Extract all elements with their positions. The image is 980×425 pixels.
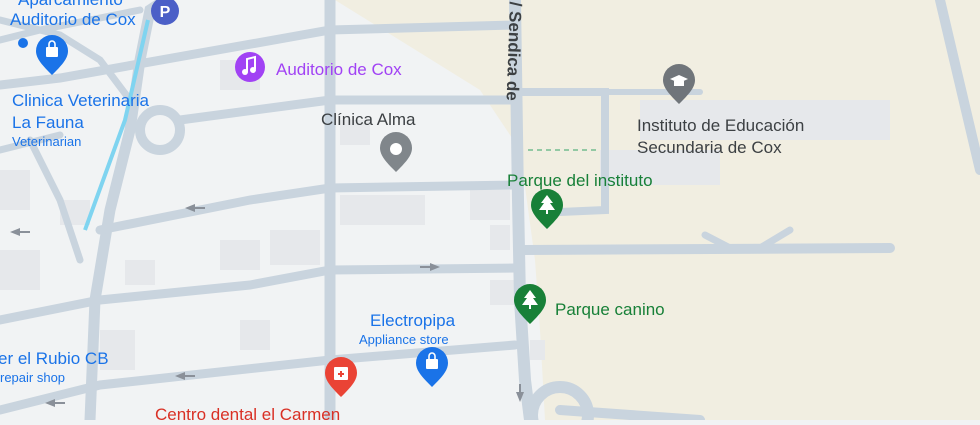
electropipa-category: Appliance store <box>359 332 449 347</box>
instituto-name-line2[interactable]: Secundaria de Cox <box>637 138 782 158</box>
parque-canino-name[interactable]: Parque canino <box>555 300 665 320</box>
music-note-icon[interactable] <box>235 52 265 82</box>
small-blue-pin-icon <box>18 38 28 48</box>
auditorio-name[interactable]: Auditorio de Cox <box>276 60 402 80</box>
clinica-veterinaria-name-line2[interactable]: La Fauna <box>12 113 84 133</box>
svg-text:P: P <box>160 4 171 21</box>
parking-icon[interactable]: P <box>151 0 179 25</box>
generic-pin-icon[interactable] <box>380 132 412 172</box>
clinica-veterinaria-category: Veterinarian <box>12 134 82 149</box>
instituto-name-line1[interactable]: Instituto de Educación <box>637 116 804 136</box>
map-canvas[interactable]: P <box>0 0 980 420</box>
rubio-name[interactable]: er el Rubio CB <box>0 349 109 369</box>
aparcamiento-name-line1[interactable]: Aparcamiento <box>18 0 123 10</box>
electropipa-name[interactable]: Electropipa <box>370 311 455 331</box>
clinica-veterinaria-name-line1[interactable]: Clinica Veterinaria <box>12 91 149 111</box>
aparcamiento-name-line2[interactable]: Auditorio de Cox <box>10 10 136 30</box>
roundabout-left <box>135 105 185 155</box>
centro-dental-name[interactable]: Centro dental el Carmen <box>155 405 340 425</box>
clinica-alma-name[interactable]: Clínica Alma <box>321 110 415 130</box>
shopping-bag-icon[interactable] <box>416 347 448 387</box>
road-name-label: / Sendica de <box>502 1 525 102</box>
parque-instituto-name[interactable]: Parque del instituto <box>507 171 653 191</box>
shopping-bag-icon[interactable] <box>36 35 68 75</box>
rubio-category: repair shop <box>0 370 66 385</box>
